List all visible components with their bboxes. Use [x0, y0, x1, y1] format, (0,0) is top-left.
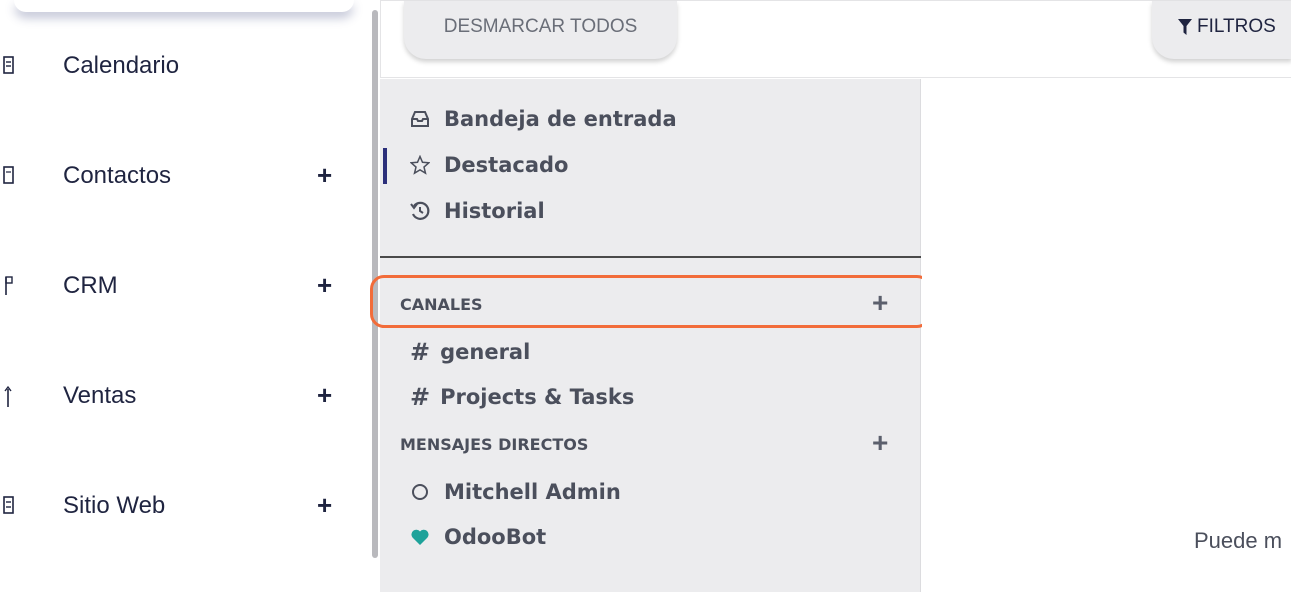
- control-bar: DESMARCAR TODOS FILTROS: [380, 0, 1291, 78]
- calendar-icon: [3, 56, 14, 74]
- mailbox-history[interactable]: Historial: [410, 196, 545, 226]
- mailbox-inbox[interactable]: Bandeja de entrada: [410, 104, 677, 134]
- dm-odoobot[interactable]: OdooBot: [410, 522, 546, 552]
- mailbox-starred[interactable]: Destacado: [410, 150, 568, 180]
- discuss-sidebar: Bandeja de entrada Destacado Historial C…: [370, 79, 931, 592]
- filters-label: FILTROS: [1197, 16, 1276, 37]
- empty-thread-hint: Puede m: [1194, 528, 1283, 553]
- highlight-box: [370, 275, 931, 328]
- unstar-all-button[interactable]: DESMARCAR TODOS: [404, 1, 677, 59]
- mailbox-label: Destacado: [444, 153, 569, 177]
- dm-label: OdooBot: [444, 525, 547, 549]
- dm-mitchell-admin[interactable]: Mitchell Admin: [410, 477, 621, 507]
- channel-label: general: [440, 340, 531, 364]
- app-menu: Calendario Contactos + CRM + Ventas + Si…: [0, 0, 372, 592]
- heart-icon: [410, 527, 430, 547]
- mailbox-label: Historial: [444, 199, 545, 223]
- add-contactos-button[interactable]: +: [317, 160, 332, 191]
- channel-projects-tasks[interactable]: # Projects & Tasks: [410, 382, 634, 412]
- menu-item-contactos[interactable]: Contactos +: [0, 146, 372, 206]
- menu-item-label: Ventas: [63, 382, 137, 409]
- menu-item-label: Calendario: [63, 52, 180, 79]
- add-direct-message-button[interactable]: +: [872, 429, 888, 457]
- menu-item-crm[interactable]: CRM +: [0, 256, 372, 316]
- filters-button[interactable]: FILTROS: [1152, 1, 1291, 59]
- menu-item-label: Sitio Web: [63, 492, 166, 519]
- menu-item-label: Contactos: [63, 162, 172, 189]
- sales-icon: [4, 385, 12, 407]
- add-crm-button[interactable]: +: [317, 270, 332, 301]
- sidebar-divider: [380, 256, 921, 258]
- menu-item-ventas[interactable]: Ventas +: [0, 366, 372, 426]
- menu-top-edge: [14, 0, 354, 12]
- funnel-icon: [1178, 19, 1192, 35]
- channel-general[interactable]: # general: [410, 337, 530, 367]
- crm-icon: [5, 276, 13, 295]
- direct-messages-header[interactable]: MENSAJES DIRECTOS: [400, 435, 588, 459]
- menu-item-label: CRM: [63, 272, 118, 299]
- hash-icon: #: [410, 338, 431, 366]
- menu-item-calendario[interactable]: Calendario: [0, 36, 372, 96]
- inbox-icon: [410, 109, 430, 129]
- mailbox-label: Bandeja de entrada: [444, 107, 677, 131]
- dm-label: Mitchell Admin: [444, 480, 621, 504]
- active-item-marker: [383, 148, 387, 184]
- thread-content-area: Puede m: [922, 79, 1291, 592]
- website-icon: [3, 496, 14, 514]
- channel-label: Projects & Tasks: [440, 385, 635, 409]
- add-ventas-button[interactable]: +: [317, 380, 332, 411]
- discuss-app: DESMARCAR TODOS FILTROS Bandeja de entra…: [370, 0, 1291, 592]
- star-icon: [410, 155, 430, 175]
- offline-status-icon: [410, 482, 430, 502]
- menu-item-sitio-web[interactable]: Sitio Web +: [0, 476, 372, 536]
- hash-icon: #: [410, 383, 431, 411]
- add-sitio-web-button[interactable]: +: [317, 490, 332, 521]
- history-icon: [410, 201, 430, 221]
- contacts-icon: [3, 166, 14, 184]
